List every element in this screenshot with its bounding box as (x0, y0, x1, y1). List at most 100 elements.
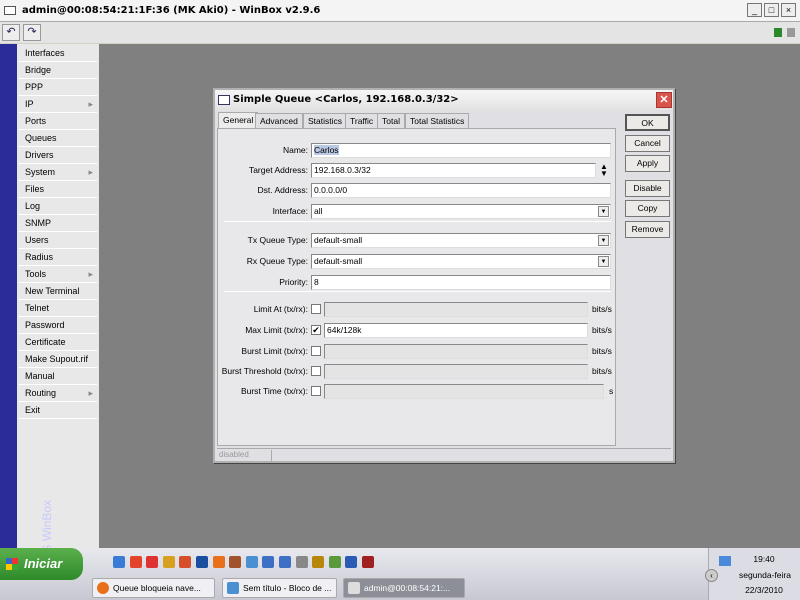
max_limit-checkbox[interactable]: ✔ (311, 325, 321, 335)
rx-dropdown-arrow-icon[interactable]: ▼ (598, 256, 609, 267)
tx-dropdown-arrow-icon[interactable]: ▼ (598, 235, 609, 246)
dst-input[interactable]: 0.0.0.0/0 (311, 183, 611, 198)
sidebar-item-label: Ports (25, 116, 47, 126)
sidebar-item-exit[interactable]: Exit (19, 402, 97, 419)
taskbar-task[interactable]: admin@00:08:54:21:... (343, 578, 465, 598)
sidebar-item-files[interactable]: Files (19, 181, 97, 198)
quick-launch-icon[interactable] (362, 556, 374, 568)
quick-launch-icon[interactable] (245, 556, 258, 568)
sidebar-item-label: Interfaces (25, 48, 65, 58)
sidebar-item-label: Files (25, 184, 45, 194)
system-tray: ‹ 19:40 segunda-feira 22/3/2010 (705, 548, 800, 600)
apply-button[interactable]: Apply (625, 155, 670, 172)
burst_time-label: Burst Time (tx/rx): (240, 386, 308, 396)
sidebar-item-label: Drivers (25, 150, 54, 160)
section-separator (224, 221, 611, 222)
minimize-button[interactable]: _ (747, 3, 762, 17)
quick-launch-icon[interactable] (328, 556, 341, 568)
sidebar-item-interfaces[interactable]: Interfaces (19, 45, 97, 62)
quick-launch-icon[interactable] (146, 556, 159, 568)
rx-value: default-small (314, 256, 363, 266)
tx-input[interactable]: default-small ▼ (311, 233, 611, 248)
tab-statistics[interactable]: Statistics (303, 113, 348, 129)
network-icon[interactable] (719, 556, 731, 566)
remove-button[interactable]: Remove (625, 221, 670, 238)
sidebar-item-users[interactable]: Users (19, 232, 97, 249)
priority-input[interactable]: 8 (311, 275, 611, 290)
quick-launch-icon[interactable] (295, 556, 308, 568)
quick-launch-icon[interactable] (162, 556, 175, 568)
burst_limit-input[interactable] (324, 344, 588, 359)
sidebar-item-bridge[interactable]: Bridge (19, 62, 97, 79)
sidebar-item-log[interactable]: Log (19, 198, 97, 215)
limit_at-input[interactable] (324, 302, 588, 317)
burst_time-checkbox[interactable] (311, 386, 321, 396)
dialog-titlebar[interactable]: Simple Queue <Carlos, 192.168.0.3/32> ✕ (215, 90, 673, 111)
iface-dropdown-arrow-icon[interactable]: ▼ (598, 206, 609, 217)
sidebar-item-telnet[interactable]: Telnet (19, 300, 97, 317)
sidebar-item-new-terminal[interactable]: New Terminal (19, 283, 97, 300)
limit_at-checkbox[interactable] (311, 304, 321, 314)
tab-advanced[interactable]: Advanced (255, 113, 303, 129)
name-value: Carlos (314, 145, 339, 155)
name-input[interactable]: Carlos (311, 143, 611, 158)
quick-launch-icon[interactable] (196, 556, 208, 568)
dialog-close-button[interactable]: ✕ (656, 92, 672, 108)
target-address-spinner-icon[interactable]: ▲ ▼ (600, 163, 608, 178)
taskbar-task[interactable]: Sem título - Bloco de ... (222, 578, 337, 598)
start-button[interactable]: Iniciar (0, 548, 83, 580)
sidebar-item-label: Exit (25, 405, 41, 415)
quick-launch-icon[interactable] (345, 556, 358, 568)
iface-input[interactable]: all ▼ (311, 204, 611, 219)
window-icon (218, 95, 230, 105)
disable-button[interactable]: Disable (625, 180, 670, 197)
close-button[interactable]: × (781, 3, 796, 17)
burst_time-input[interactable] (324, 384, 604, 399)
general-panel: Name: Carlos Target Address: 192.168.0.3/32… (217, 128, 616, 446)
tray-expand-icon[interactable]: ‹ (705, 569, 718, 582)
quick-launch-icon[interactable] (312, 556, 325, 568)
tab-traffic[interactable]: Traffic (345, 113, 379, 129)
status-bar: disabled (217, 448, 671, 461)
ok-button[interactable]: OK (625, 114, 670, 131)
sidebar-item-manual[interactable]: Manual (19, 368, 97, 385)
quick-launch-icon[interactable] (212, 556, 225, 568)
sidebar-item-certificate[interactable]: Certificate (19, 334, 97, 351)
quick-launch-icon[interactable] (129, 556, 142, 568)
target-input[interactable]: 192.168.0.3/32 (311, 163, 596, 178)
copy-button[interactable]: Copy (625, 200, 670, 217)
sidebar-item-radius[interactable]: Radius (19, 249, 97, 266)
sidebar-item-drivers[interactable]: Drivers (19, 147, 97, 164)
sidebar-item-queues[interactable]: Queues (19, 130, 97, 147)
tab-total[interactable]: Total (377, 113, 405, 129)
sidebar-item-password[interactable]: Password (19, 317, 97, 334)
sidebar-item-ip[interactable]: IP ▸ (19, 96, 97, 113)
quick-launch-icon[interactable] (113, 556, 125, 568)
sidebar-item-snmp[interactable]: SNMP (19, 215, 97, 232)
clock-time[interactable]: 19:40 (739, 554, 789, 564)
cancel-button[interactable]: Cancel (625, 135, 670, 152)
quick-launch-icon[interactable] (229, 556, 242, 568)
tab-general[interactable]: General (218, 112, 259, 129)
rx-input[interactable]: default-small ▼ (311, 254, 611, 269)
sidebar-item-system[interactable]: System ▸ (19, 164, 97, 181)
burst_threshold-input[interactable] (324, 364, 588, 379)
quick-launch-icon[interactable] (279, 556, 291, 568)
undo-button[interactable]: ↶ (2, 24, 20, 41)
sidebar-item-routing[interactable]: Routing ▸ (19, 385, 97, 402)
sidebar-item-ppp[interactable]: PPP (19, 79, 97, 96)
sidebar-item-make-supout-rif[interactable]: Make Supout.rif (19, 351, 97, 368)
sidebar-item-tools[interactable]: Tools ▸ (19, 266, 97, 283)
burst_limit-checkbox[interactable] (311, 346, 321, 356)
taskbar-task[interactable]: Queue bloqueia nave... (92, 578, 215, 598)
tab-total-statistics[interactable]: Total Statistics (405, 113, 470, 129)
quick-launch-icon[interactable] (179, 556, 192, 568)
sidebar-item-ports[interactable]: Ports (19, 113, 97, 130)
max_limit-input[interactable]: 64k/128k (324, 323, 588, 338)
quick-launch-icon[interactable] (262, 556, 275, 568)
maximize-button[interactable]: □ (764, 3, 779, 17)
task-app-icon (348, 582, 360, 594)
redo-button[interactable]: ↷ (23, 24, 41, 41)
submenu-arrow-icon: ▸ (88, 269, 93, 279)
burst_threshold-checkbox[interactable] (311, 366, 321, 376)
